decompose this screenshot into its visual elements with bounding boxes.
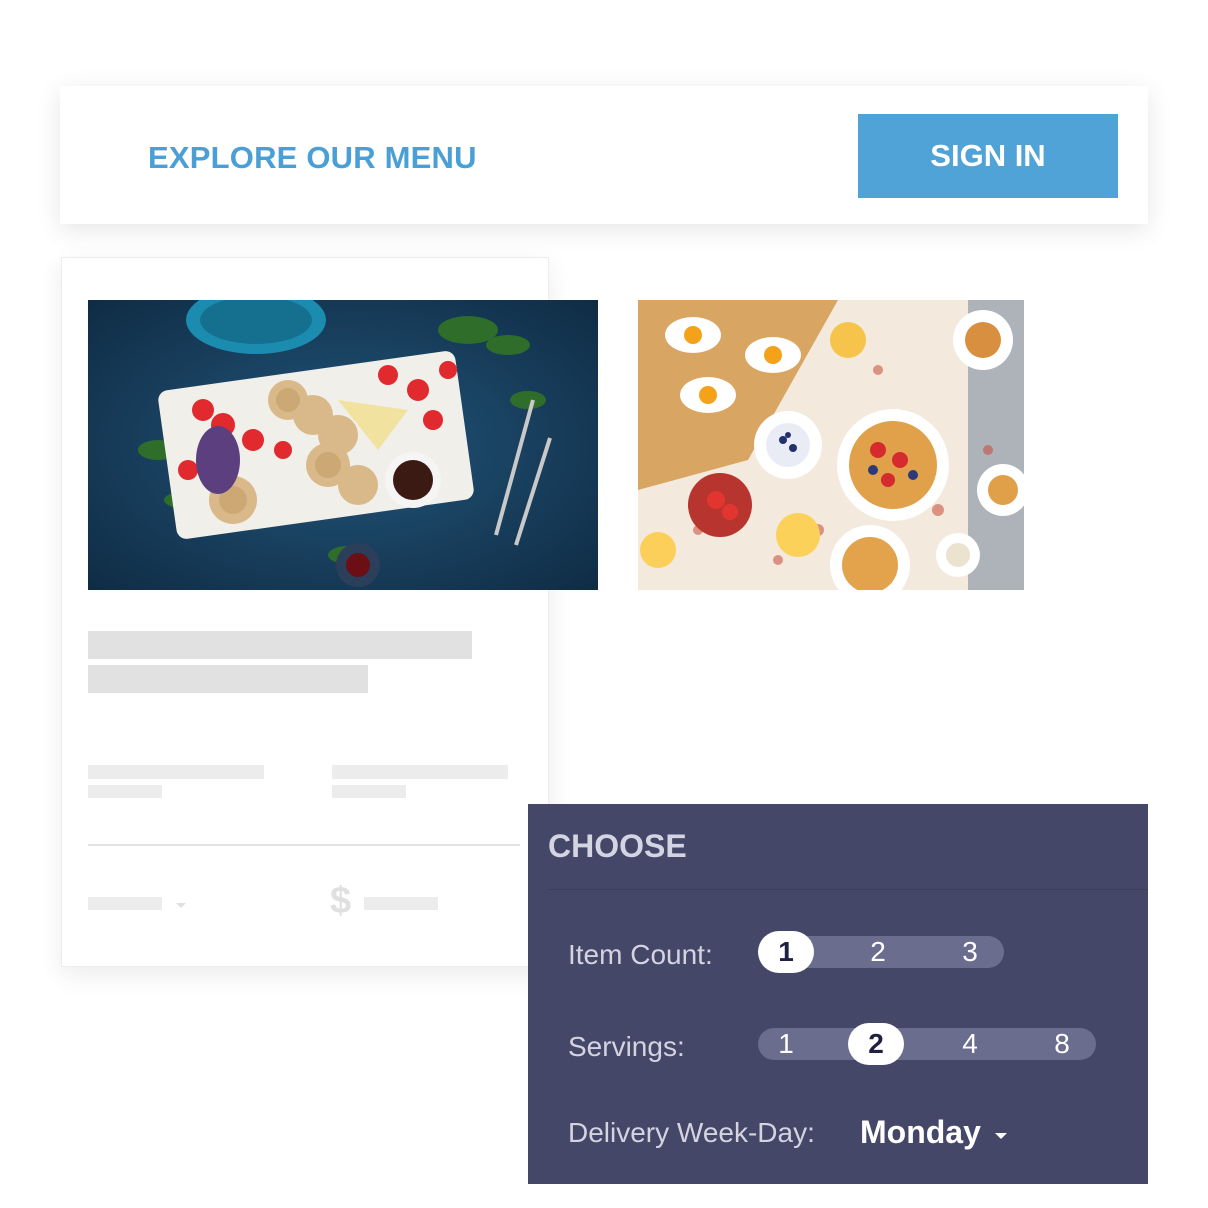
top-nav-bar: EXPLORE OUR MENU SIGN IN xyxy=(60,86,1148,224)
detail-placeholder-right-2 xyxy=(332,785,406,798)
price-placeholder xyxy=(364,897,438,910)
servings-option-1[interactable]: 1 xyxy=(778,1028,794,1060)
title-placeholder-line-2 xyxy=(88,665,368,693)
chevron-down-icon xyxy=(994,1132,1007,1139)
explore-menu-link[interactable]: EXPLORE OUR MENU xyxy=(148,140,477,176)
servings-option-4[interactable]: 4 xyxy=(962,1028,978,1060)
snack-platter-illustration xyxy=(88,300,598,590)
delivery-weekday-dropdown[interactable]: Monday xyxy=(860,1114,1007,1151)
item-count-option-2[interactable]: 2 xyxy=(870,936,886,968)
delivery-weekday-label: Delivery Week-Day: xyxy=(568,1117,815,1148)
servings-option-2[interactable]: 2 xyxy=(848,1023,904,1065)
title-placeholder-line-1 xyxy=(88,631,472,659)
choose-title: CHOOSE xyxy=(548,828,687,864)
item-count-label: Item Count: xyxy=(568,939,713,970)
item-count-option-3[interactable]: 3 xyxy=(962,936,978,968)
detail-placeholder-left-2 xyxy=(88,785,162,798)
snack-platter-photo[interactable] xyxy=(88,300,598,590)
quantity-select-placeholder[interactable] xyxy=(88,897,162,910)
detail-placeholder-right-1 xyxy=(332,765,508,779)
chevron-down-icon xyxy=(176,903,186,908)
item-count-option-1[interactable]: 1 xyxy=(758,931,814,973)
delivery-weekday-value: Monday xyxy=(860,1114,981,1150)
card-divider xyxy=(88,844,520,846)
detail-placeholder-left-1 xyxy=(88,765,264,779)
item-count-selector[interactable]: 1 2 3 xyxy=(758,931,1004,973)
sign-in-button[interactable]: SIGN IN xyxy=(858,114,1118,198)
choose-panel: CHOOSE Item Count: 1 2 3 Servings: 1 2 4… xyxy=(528,804,1148,1184)
breakfast-spread-photo[interactable] xyxy=(638,300,1024,590)
servings-selector[interactable]: 1 2 4 8 xyxy=(758,1023,1096,1065)
servings-option-8[interactable]: 8 xyxy=(1054,1028,1070,1060)
dollar-icon: $ xyxy=(330,880,352,922)
servings-label: Servings: xyxy=(568,1031,685,1062)
breakfast-spread-illustration xyxy=(638,300,1024,590)
